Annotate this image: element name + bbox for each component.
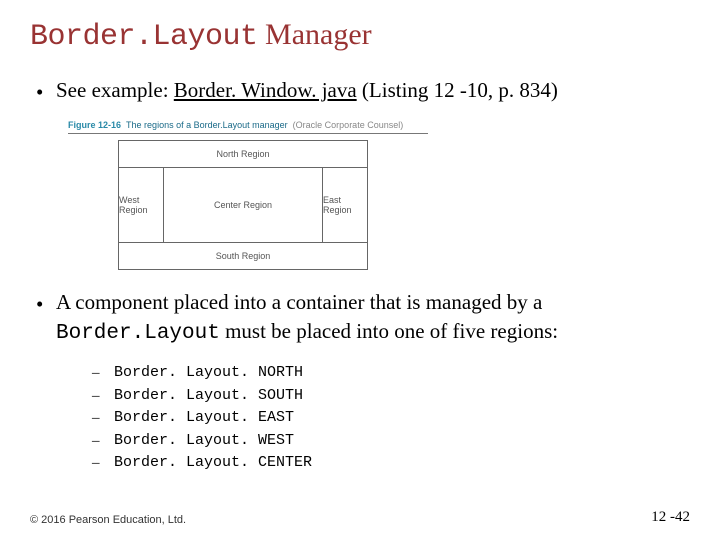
constants-list: –Border. Layout. NORTH –Border. Layout. … [92, 362, 690, 475]
example-link[interactable]: Border. Window. java [174, 78, 357, 102]
bullet-1-suffix: (Listing 12 -10, p. 834) [357, 78, 558, 102]
dash-icon: – [92, 362, 114, 385]
title-text: Manager [258, 18, 372, 51]
page-number: 12 -42 [651, 509, 690, 526]
border-layout-diagram: North Region West Region Center Region E… [118, 140, 368, 270]
bullet-dot-icon: • [30, 288, 56, 318]
bullet-1-prefix: See example: [56, 78, 174, 102]
title-code: Border.Layout [30, 20, 258, 54]
figure-title: The regions of a Border.Layout manager [126, 120, 288, 130]
bullet-1: • See example: Border. Window. java (Lis… [30, 76, 690, 106]
center-region: Center Region [163, 168, 323, 242]
bullet-2-text: A component placed into a container that… [56, 288, 690, 348]
dash-icon: – [92, 385, 114, 408]
copyright-text: © 2016 Pearson Education, Ltd. [30, 514, 186, 526]
list-item: –Border. Layout. CENTER [92, 452, 690, 475]
slide-title: Border.Layout Manager [30, 18, 690, 54]
bullet-2-code: Border.Layout [56, 322, 220, 345]
constant-east: Border. Layout. EAST [114, 407, 294, 430]
bullet-dot-icon: • [30, 76, 56, 106]
constant-south: Border. Layout. SOUTH [114, 385, 303, 408]
list-item: –Border. Layout. NORTH [92, 362, 690, 385]
constant-west: Border. Layout. WEST [114, 430, 294, 453]
bullet-2-line1: A component placed into a container that… [56, 290, 542, 314]
east-region: East Region [323, 168, 367, 242]
bullet-2: • A component placed into a container th… [30, 288, 690, 348]
dash-icon: – [92, 430, 114, 453]
figure-sub: (Oracle Corporate Counsel) [293, 120, 404, 130]
bullet-1-text: See example: Border. Window. java (Listi… [56, 76, 690, 104]
figure-block: Figure 12-16 The regions of a Border.Lay… [68, 120, 690, 270]
bullet-2-line2: must be placed into one of five regions: [220, 319, 558, 343]
north-region: North Region [119, 141, 367, 167]
constant-north: Border. Layout. NORTH [114, 362, 303, 385]
list-item: –Border. Layout. EAST [92, 407, 690, 430]
south-region: South Region [119, 243, 367, 269]
constant-center: Border. Layout. CENTER [114, 452, 312, 475]
dash-icon: – [92, 452, 114, 475]
figure-caption: Figure 12-16 The regions of a Border.Lay… [68, 120, 428, 134]
figure-number: Figure 12-16 [68, 120, 121, 130]
list-item: –Border. Layout. WEST [92, 430, 690, 453]
dash-icon: – [92, 407, 114, 430]
list-item: –Border. Layout. SOUTH [92, 385, 690, 408]
west-region: West Region [119, 168, 163, 242]
mid-row: West Region Center Region East Region [119, 167, 367, 243]
